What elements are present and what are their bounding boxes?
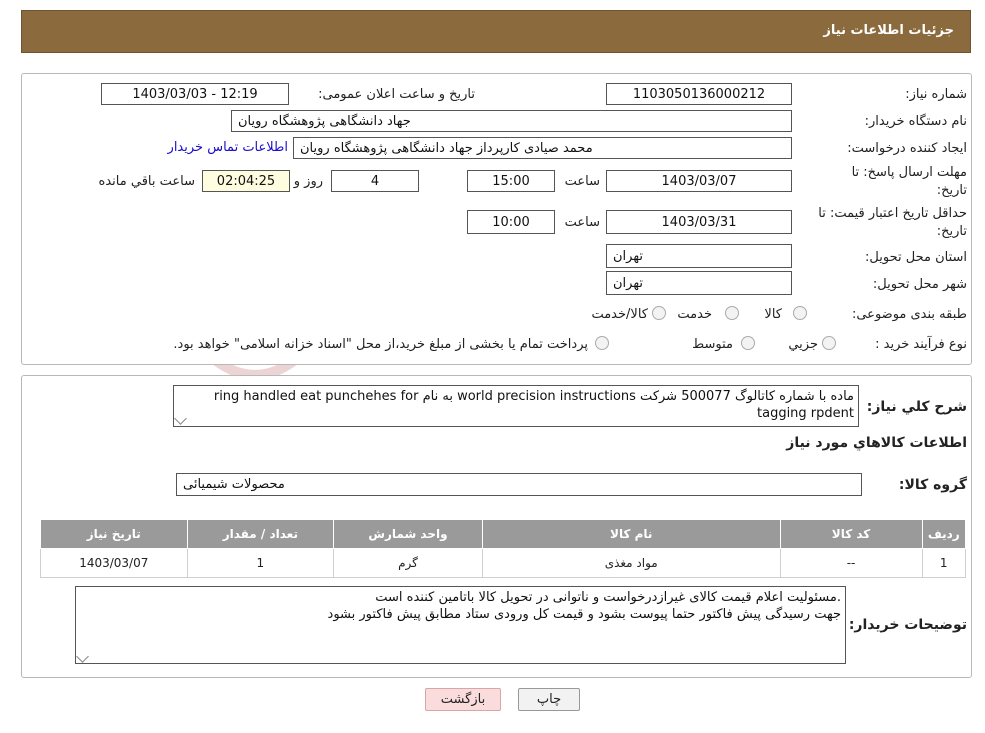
page-header: جزئیات اطلاعات نیاز <box>21 10 971 53</box>
back-button[interactable]: بازگشت <box>425 688 501 711</box>
col-header-unit: واحد شمارش <box>333 519 483 549</box>
process-option-minor: جزیي <box>788 337 818 352</box>
process-radio-minor[interactable] <box>822 336 836 350</box>
category-radio-service[interactable] <box>725 306 739 320</box>
days-field: 4 <box>331 170 419 192</box>
goods-section-title: اطلاعات کالاهاي مورد نياز <box>786 435 967 451</box>
category-option-goods: کالا <box>764 307 782 322</box>
remaining-time-field: 02:04:25 <box>202 170 290 192</box>
category-option-goods-service: کالا/خدمت <box>591 307 648 322</box>
buyer-label: نام دستگاه خریدار: <box>864 114 967 129</box>
cell-quantity: 1 <box>186 548 335 578</box>
col-header-quantity: تعداد / مقدار <box>186 519 335 549</box>
category-radio-goods-service[interactable] <box>652 306 666 320</box>
cell-date: 1403/03/07 <box>40 548 188 578</box>
province-label: استان محل تحویل: <box>865 250 967 265</box>
deadline-time-label: ساعت <box>564 174 600 189</box>
description-textarea: ماده با شماره کاتالوگ 500077 شرکت world … <box>173 385 859 427</box>
creator-label: ایجاد کننده درخواست: <box>847 141 967 156</box>
cell-row-number: 1 <box>921 548 966 578</box>
cell-unit: گرم <box>333 548 483 578</box>
days-label: روز و <box>293 174 323 189</box>
col-header-row-number: رديف <box>921 519 966 549</box>
validity-time-label: ساعت <box>564 215 600 230</box>
deadline-label: مهلت ارسال پاسخ: تا <box>851 165 967 180</box>
deadline-time-field: 15:00 <box>467 170 555 192</box>
print-button[interactable]: چاپ <box>518 688 580 711</box>
validity-label: حداقل تاریخ اعتبار قیمت: تا <box>818 206 967 221</box>
validity-time-field: 10:00 <box>467 210 555 234</box>
process-option-medium: متوسط <box>692 337 733 352</box>
table-row: 1 -- مواد مغذی گرم 1 1403/03/07 <box>40 548 966 578</box>
notes-line-1: .مسئولیت اعلام قیمت کالای غیرازدرخواست و… <box>375 590 841 605</box>
category-option-service: خدمت <box>677 307 712 322</box>
description-label: شرح کلي نياز: <box>866 399 967 415</box>
process-label: نوع فرآیند خرید : <box>875 337 967 352</box>
buyer-contact-link[interactable]: اطلاعات تماس خریدار <box>168 140 288 155</box>
announce-label: تاریخ و ساعت اعلان عمومی: <box>318 87 475 102</box>
goods-group-field: محصولات شیمیائی <box>176 473 862 496</box>
cell-code: -- <box>779 548 923 578</box>
need-number-field: 1103050136000212 <box>606 83 792 105</box>
goods-table: رديف کد کالا نام کالا واحد شمارش تعداد /… <box>40 519 966 578</box>
buyer-field: جهاد دانشگاهی پژوهشگاه رویان <box>231 110 792 132</box>
description-text: ماده با شماره کاتالوگ 500077 شرکت world … <box>213 389 854 421</box>
validity-label-date: تاریخ: <box>936 224 967 239</box>
process-radio-medium[interactable] <box>741 336 755 350</box>
deadline-label-date: تاریخ: <box>936 183 967 198</box>
category-label: طبقه بندی موضوعی: <box>851 307 967 322</box>
cell-name: مواد مغذی <box>481 548 781 578</box>
table-header-row: رديف کد کالا نام کالا واحد شمارش تعداد /… <box>40 519 966 549</box>
category-radio-goods[interactable] <box>793 306 807 320</box>
province-field: تهران <box>606 244 792 268</box>
deadline-date-field: 1403/03/07 <box>606 170 792 192</box>
validity-date-field: 1403/03/31 <box>606 210 792 234</box>
remaining-label: ساعت باقي مانده <box>98 174 195 189</box>
city-field: تهران <box>606 271 792 295</box>
creator-field: محمد صیادی کارپرداز جهاد دانشگاهی پژوهشگ… <box>293 137 792 159</box>
col-header-name: نام کالا <box>481 519 781 549</box>
notes-line-2: جهت رسیدگی پیش فاکتور حتما پیوست بشود و … <box>327 607 841 622</box>
announce-field: 1403/03/03 - 12:19 <box>101 83 289 105</box>
goods-group-label: گروه کالا: <box>898 477 967 493</box>
process-treasury-note: پرداخت تمام یا بخشی از مبلغ خرید،از محل … <box>173 337 588 352</box>
goods-table-wrapper: رديف کد کالا نام کالا واحد شمارش تعداد /… <box>40 519 966 578</box>
notes-textarea: .مسئولیت اعلام قیمت کالای غیرازدرخواست و… <box>75 586 846 664</box>
page-title: جزئیات اطلاعات نیاز <box>823 23 954 38</box>
notes-label: توضیحات خریدار: <box>848 617 967 633</box>
process-checkbox-treasury[interactable] <box>595 336 609 350</box>
col-header-code: کد کالا <box>779 519 923 549</box>
city-label: شهر محل تحویل: <box>872 277 967 292</box>
col-header-date: تاریخ نیاز <box>40 519 188 549</box>
need-number-label: شماره نیاز: <box>905 87 967 102</box>
